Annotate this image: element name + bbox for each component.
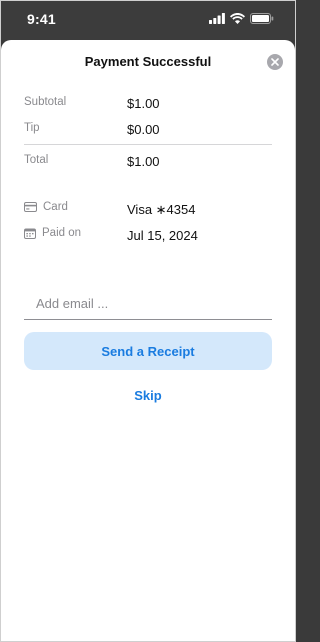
status-icons <box>209 13 274 24</box>
wifi-icon <box>230 13 245 24</box>
credit-card-icon <box>24 202 37 212</box>
card-label: Card <box>43 201 68 213</box>
paid-on-label: Paid on <box>42 227 82 239</box>
subtotal-value: $1.00 <box>127 96 160 111</box>
email-input[interactable] <box>24 292 272 320</box>
paid-on-value: Jul 15, 2024 <box>127 228 198 243</box>
cellular-signal-icon <box>209 13 225 24</box>
skip-button[interactable]: Skip <box>1 388 295 403</box>
card-label-row: Card <box>24 201 68 213</box>
card-value: Visa ∗4354 <box>127 202 196 217</box>
subtotal-label: Subtotal <box>24 96 67 108</box>
total-value: $1.00 <box>127 154 160 169</box>
paid-on-label-row: Paid on <box>24 227 81 239</box>
close-button[interactable] <box>267 54 283 70</box>
tip-value: $0.00 <box>127 122 160 137</box>
tip-label: Tip <box>24 122 40 134</box>
close-icon <box>271 58 279 66</box>
battery-icon <box>250 13 274 24</box>
calendar-icon <box>24 228 36 239</box>
status-bar: 9:41 <box>0 0 296 40</box>
status-time: 9:41 <box>27 11 56 27</box>
payment-sheet: Payment Successful Subtotal $1.00 Tip $0… <box>1 40 295 641</box>
summary-divider <box>24 144 272 145</box>
send-receipt-button[interactable]: Send a Receipt <box>24 332 272 370</box>
sheet-title: Payment Successful <box>84 54 212 69</box>
total-label: Total <box>24 154 49 166</box>
